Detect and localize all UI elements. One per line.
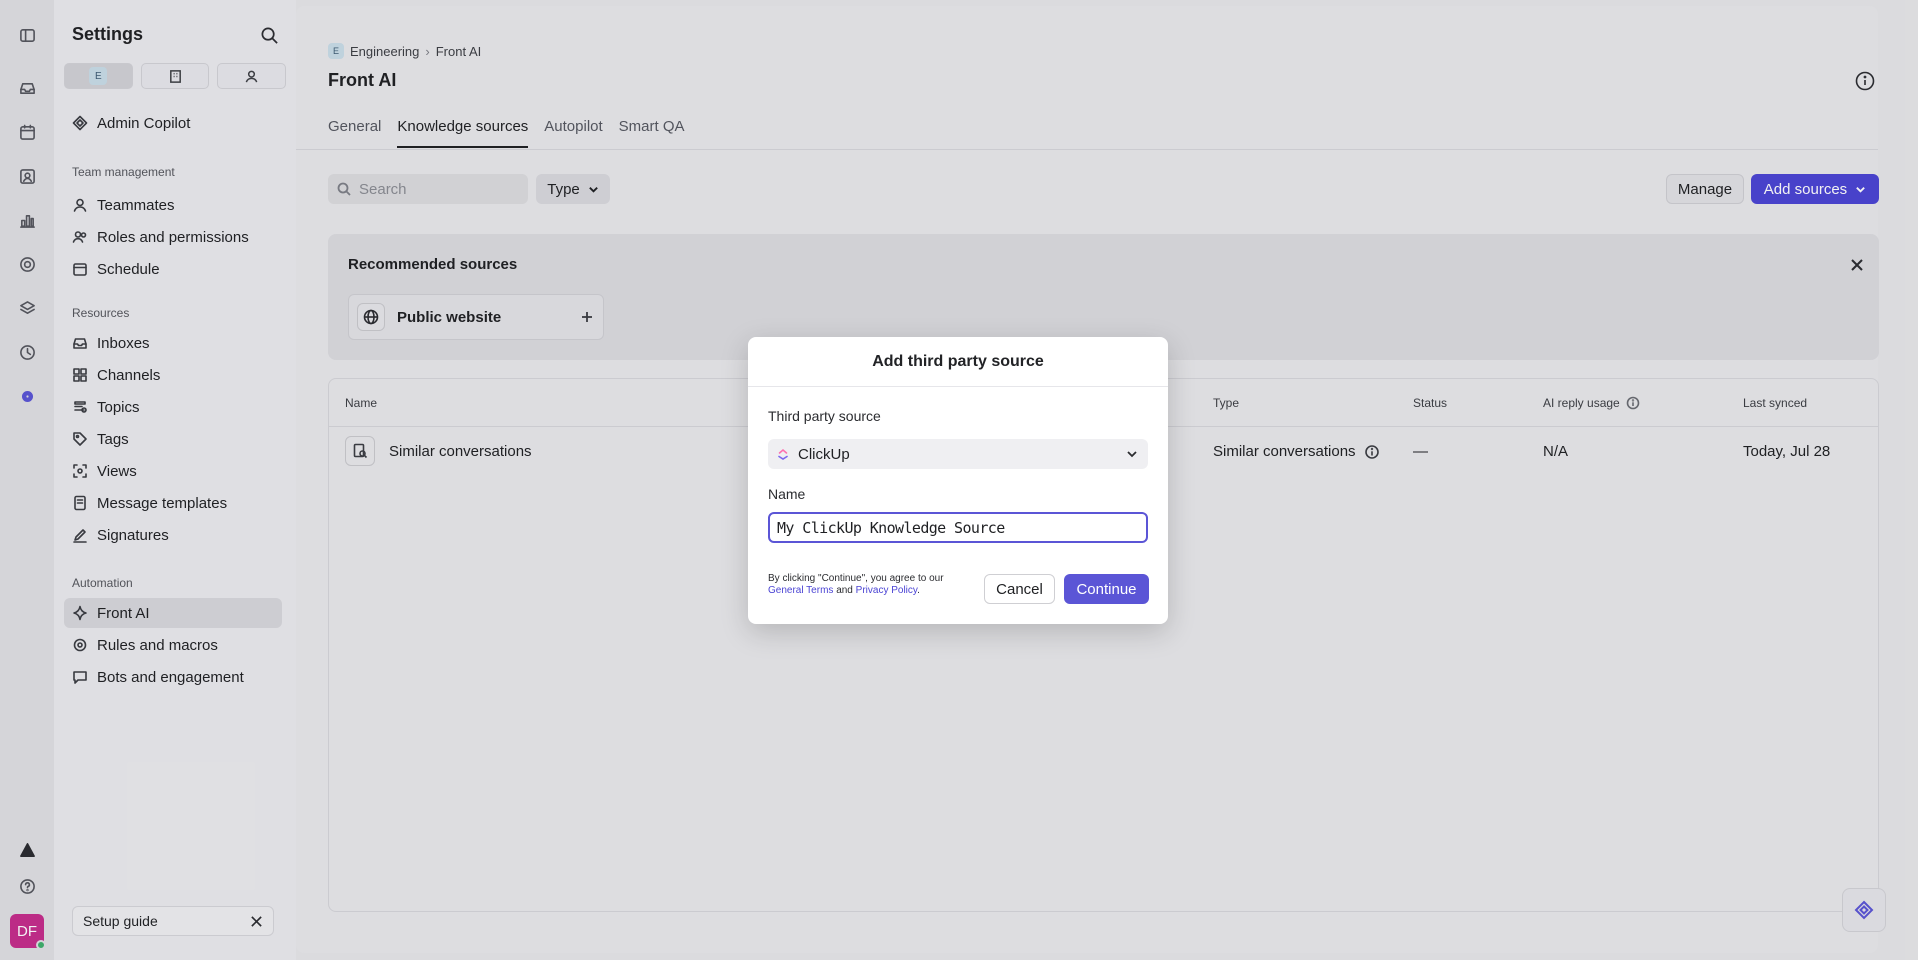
chevron-down-icon [1127, 451, 1137, 458]
continue-button[interactable]: Continue [1064, 574, 1149, 604]
legal-notice: By clicking "Continue", you agree to our… [768, 573, 978, 597]
name-label: Name [768, 486, 806, 502]
modal-title: Add third party source [872, 353, 1044, 370]
general-terms-link[interactable]: General Terms [768, 585, 833, 596]
source-name-input[interactable] [768, 512, 1148, 543]
third-party-source-select[interactable]: ClickUp [768, 439, 1148, 469]
third-party-source-label: Third party source [768, 408, 881, 424]
legal-prefix: By clicking "Continue", you agree to our [768, 573, 944, 584]
privacy-policy-link[interactable]: Privacy Policy [856, 585, 918, 596]
cancel-button[interactable]: Cancel [984, 574, 1055, 604]
legal-and: and [836, 585, 853, 596]
add-third-party-source-modal: Add third party source Third party sourc… [748, 337, 1168, 624]
selected-source: ClickUp [798, 445, 850, 463]
clickup-logo-icon [778, 448, 788, 460]
legal-suffix: . [917, 585, 920, 596]
modal-divider [748, 386, 1168, 387]
